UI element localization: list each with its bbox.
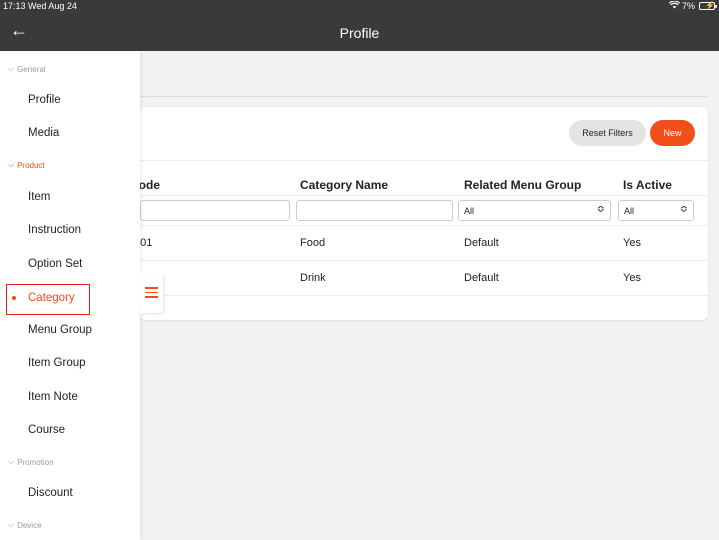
section-label: General [17,64,46,74]
chevron-down-icon: ⌵ [8,64,15,73]
header-is-active[interactable]: Is Active [623,178,672,192]
header-divider-line [140,195,708,196]
header-divider [140,96,707,97]
sidebar-item-profile[interactable]: Profile [28,94,61,106]
sidebar-item-option-set[interactable]: Option Set [28,258,82,270]
wifi-icon [668,0,681,11]
select-chevron-icon: ≎ [679,204,688,215]
section-general[interactable]: ⌵ General [8,64,46,74]
sidebar-item-category[interactable]: Category [6,284,90,315]
new-button[interactable]: New [650,120,695,146]
chevron-down-icon: ⌵ [8,520,15,529]
sidebar-item-media[interactable]: Media [28,127,59,139]
hamburger-icon [145,287,158,298]
category-name-filter-input[interactable] [296,200,453,221]
section-promotion[interactable]: ⌵ Promotion [8,457,54,467]
cell-category-name: Drink [300,272,326,284]
cell-menu-group: Default [464,237,499,249]
battery-icon: ⚡ [699,1,717,10]
cell-is-active: Yes [623,237,641,249]
sidebar-item-item-note[interactable]: Item Note [28,391,78,403]
battery-percent: 7% [681,1,695,11]
is-active-filter-value: All [624,206,635,216]
row-divider [140,260,708,261]
row-divider [140,295,708,296]
section-label: Promotion [17,457,54,467]
chevron-down-icon: ⌵ [8,160,15,169]
sidebar-item-label: Category [28,292,75,304]
cell-is-active: Yes [623,272,641,284]
cell-category-name: Food [300,237,326,249]
status-right: 7% ⚡ [668,0,717,11]
menu-group-filter-select[interactable]: All ≎ [458,200,611,221]
sidebar-item-course[interactable]: Course [28,424,65,436]
section-label: Device [17,520,42,530]
sidebar-item-discount[interactable]: Discount [28,487,73,499]
selected-indicator-dot [12,296,16,300]
header-category-name[interactable]: Category Name [300,178,388,192]
chevron-down-icon: ⌵ [8,457,15,466]
header-related-menu-group[interactable]: Related Menu Group [464,178,581,192]
page-title: Profile [339,25,380,41]
table-top-divider [140,160,708,161]
menu-group-filter-value: All [464,206,475,216]
reset-filters-button[interactable]: Reset Filters [569,120,646,146]
category-table-card: Reset Filters New Code Category Name Rel… [130,107,708,320]
filter-divider-line [140,225,708,226]
status-bar: 17:13 Wed Aug 24 7% ⚡ [0,0,719,14]
sidebar-item-item[interactable]: Item [28,191,50,203]
select-chevron-icon: ≎ [596,204,605,215]
sidebar-item-menu-group[interactable]: Menu Group [28,324,92,336]
sidebar: ⌵ General Profile Media ⌵ Product Item I… [0,51,140,540]
section-label: Product [17,160,45,170]
code-filter-input[interactable] [140,200,290,221]
menu-toggle-button[interactable] [140,273,163,313]
cell-menu-group: Default [464,272,499,284]
status-time: 17:13 Wed Aug 24 [3,1,77,11]
nav-bar: ← Profile [0,14,719,51]
is-active-filter-select[interactable]: All ≎ [618,200,694,221]
sidebar-item-item-group[interactable]: Item Group [28,357,86,369]
section-product[interactable]: ⌵ Product [8,160,45,170]
sidebar-item-instruction[interactable]: Instruction [28,224,81,236]
section-device[interactable]: ⌵ Device [8,520,42,530]
